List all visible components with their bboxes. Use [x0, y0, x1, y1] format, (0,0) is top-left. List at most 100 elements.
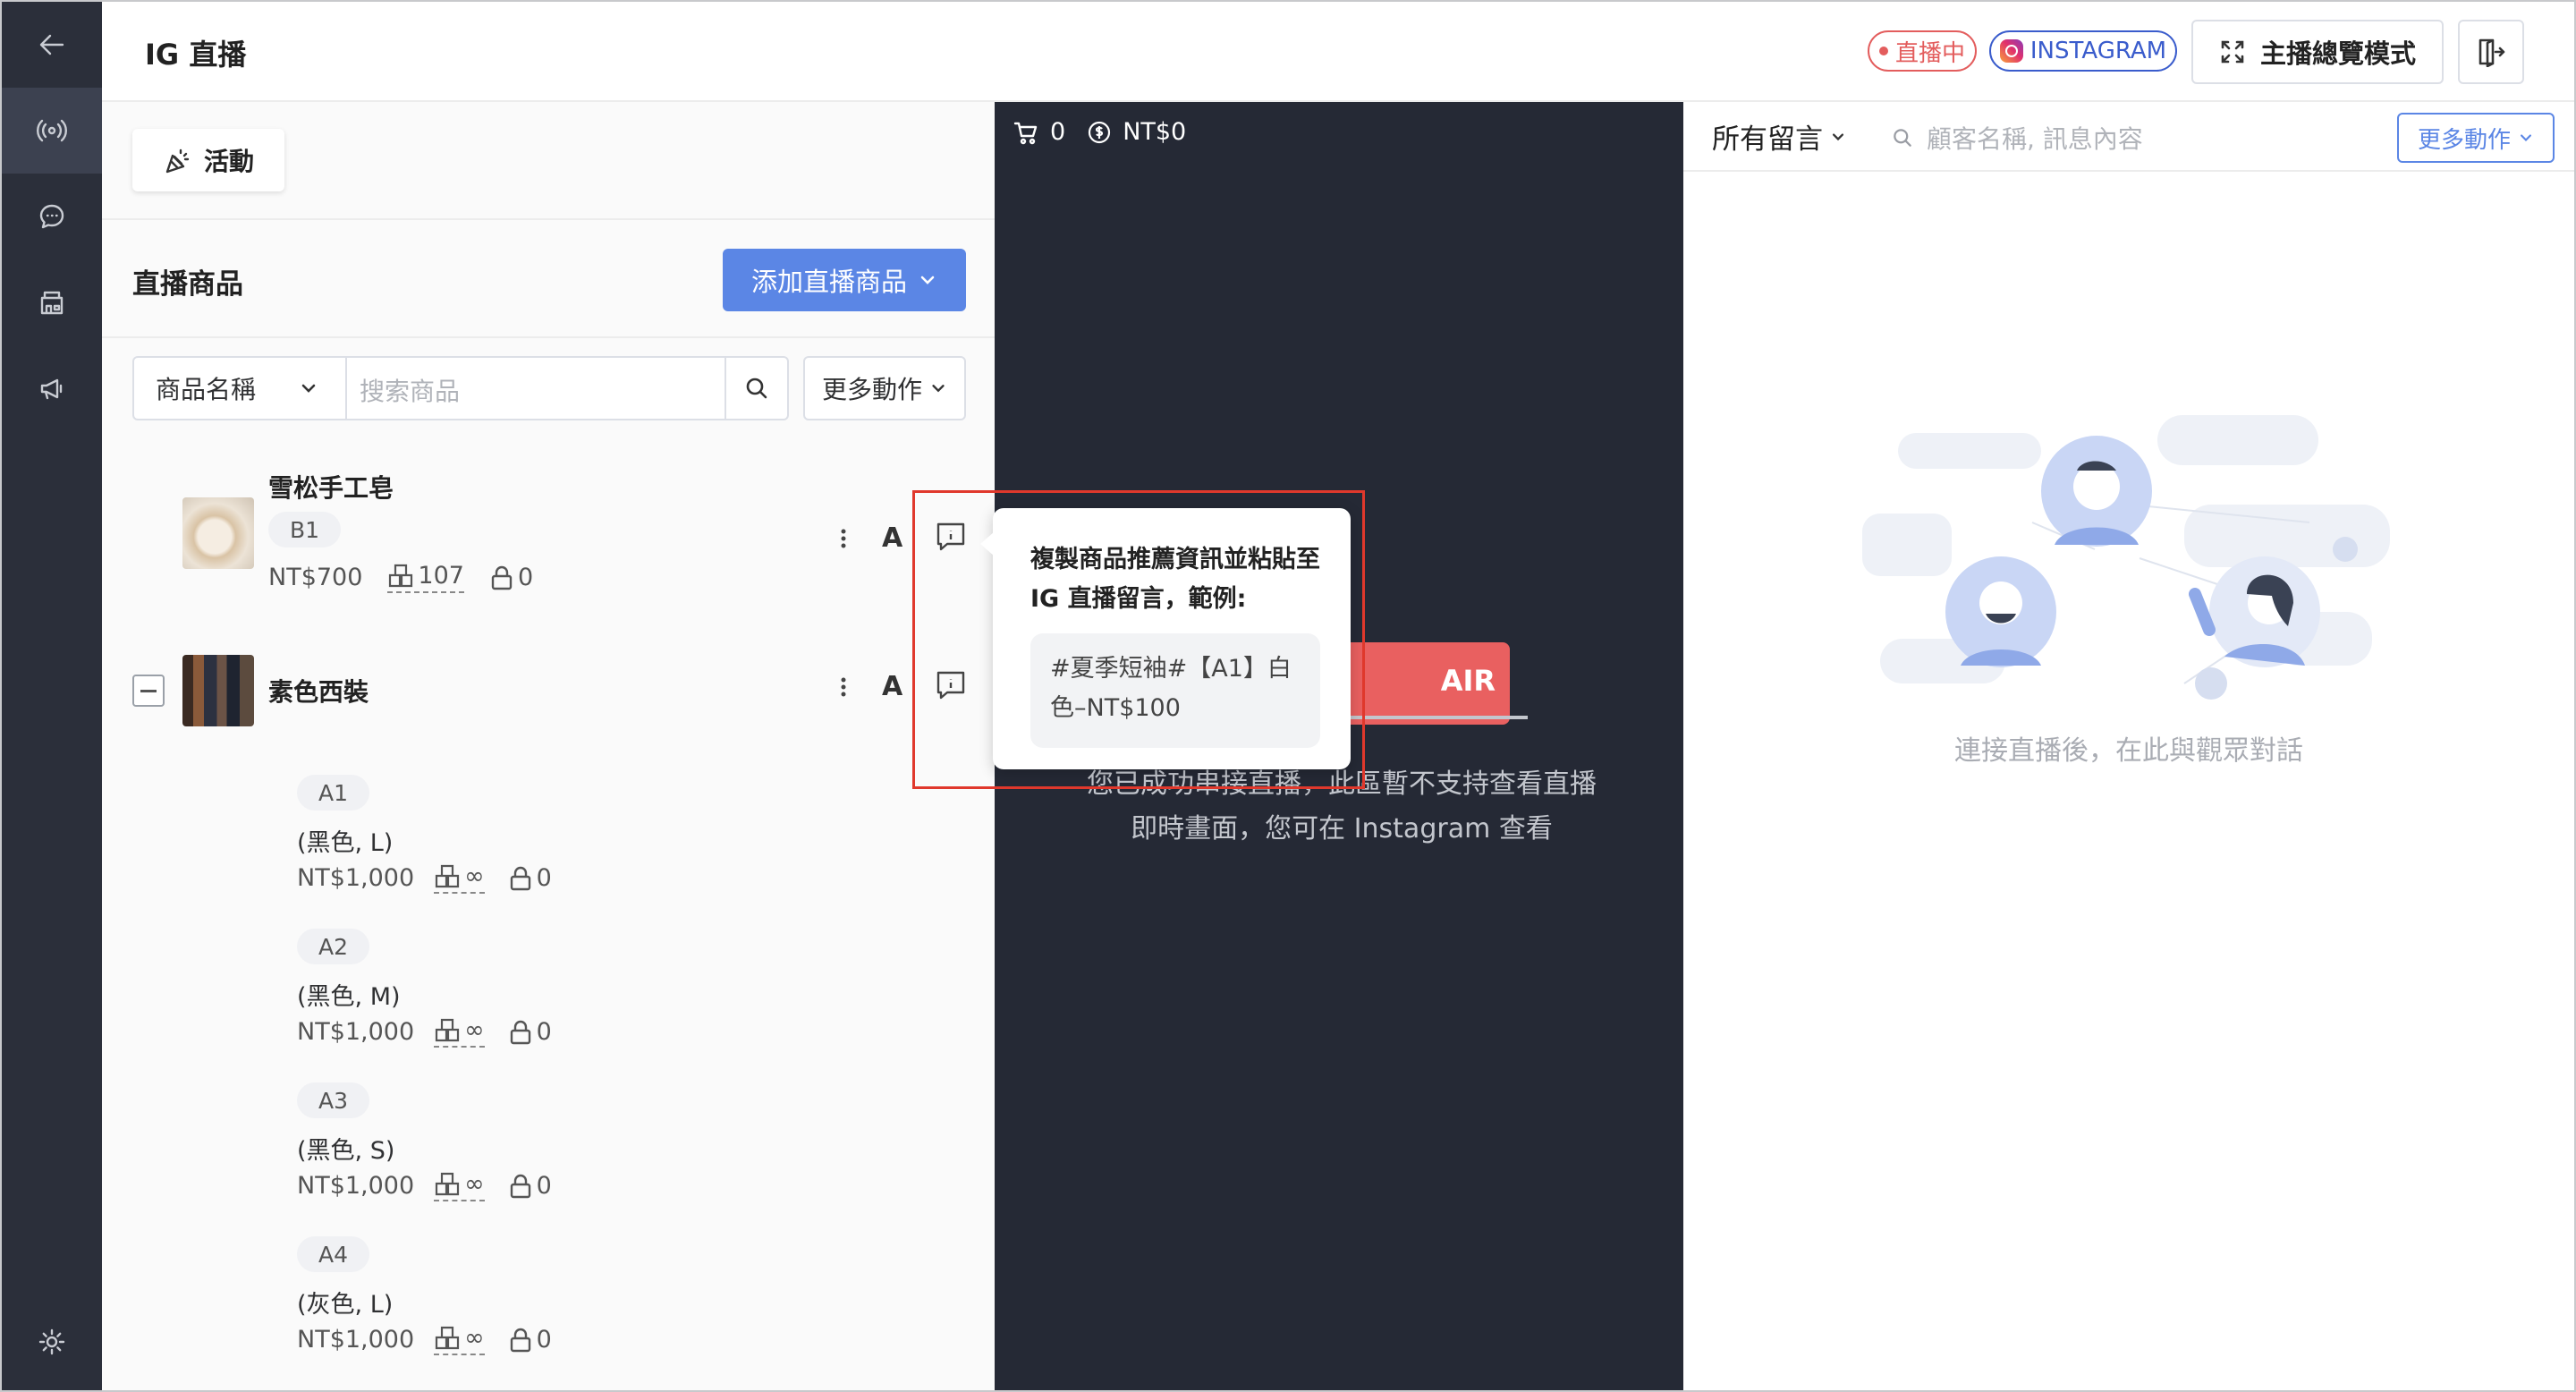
on-air-label: AIR [1440, 664, 1496, 698]
product-search-input[interactable]: 搜索商品 [360, 372, 460, 408]
exit-button[interactable] [2458, 20, 2524, 84]
empty-comments-text: 連接直播後，在此與觀眾對話 [1954, 735, 2303, 767]
more-actions-button[interactable]: 更多動作 [803, 356, 966, 420]
locked-count: 0 [508, 1172, 552, 1200]
stock-value: ∞ [464, 1324, 485, 1352]
live-preview-message: 您已成功串接直播，此區暫不支持查看直播 即時畫面，您可在 Instagram 查… [1066, 762, 1617, 852]
top-header: IG 直播 直播中 INSTAGRAM 主播總覽模式 [102, 2, 2574, 102]
stock-count: ∞ [434, 1324, 485, 1355]
nav-item-chat[interactable] [2, 174, 102, 259]
chevron-down-icon [301, 384, 316, 393]
comments-more-actions-button[interactable]: 更多動作 [2397, 113, 2555, 163]
activity-button[interactable]: 活動 [132, 129, 284, 191]
variant-price: NT$1,000 [297, 1172, 415, 1200]
comments-filter-dropdown[interactable]: 所有留言 [1712, 116, 1846, 157]
more-actions-label: 更多動作 [821, 375, 922, 404]
variant-meta: NT$1,000 ∞ 0 [297, 1016, 552, 1048]
variant-spec: (灰色, L) [297, 1291, 394, 1319]
stock-value: ∞ [464, 1016, 485, 1044]
lock-icon [491, 565, 513, 590]
variant-sku-tag: A3 [297, 1082, 370, 1118]
nav-item-live[interactable] [2, 88, 102, 174]
search-button[interactable] [724, 358, 787, 419]
comments-panel: 所有留言 顧客名稱, 訊息內容 更多動作 連接直播後，在此與觀眾對話 [1683, 102, 2574, 1390]
section-title: 直播商品 [132, 268, 243, 301]
stock-value: ∞ [464, 1170, 485, 1198]
locked-value: 0 [536, 1172, 552, 1200]
variant-meta: NT$1,000 ∞ 0 [297, 1170, 552, 1201]
product-meta: NT$700 107 0 [268, 562, 533, 593]
locked-value: 0 [536, 864, 552, 892]
search-icon [1894, 129, 1911, 147]
locked-value: 0 [536, 1018, 552, 1046]
inventory-icon [436, 1018, 460, 1041]
message-line-2: 即時畫面，您可在 Instagram 查看 [1131, 813, 1553, 845]
back-icon [39, 34, 64, 55]
product-panel: 活動 直播商品 添加直播商品 商品名稱 搜索商品 更多動作 雪松手工皂 B1 N… [102, 102, 995, 1390]
product-thumbnail [182, 497, 254, 569]
inventory-icon [436, 1326, 460, 1349]
cart-icon [1013, 122, 1038, 144]
copy-recommendation-button[interactable] [923, 660, 979, 710]
variant-sku-tag: A1 [297, 775, 370, 811]
text-format-button[interactable]: A [882, 671, 902, 702]
vertical-dots-icon [841, 529, 846, 548]
page-title: IG 直播 [145, 38, 247, 72]
host-overview-button[interactable]: 主播總覽模式 [2191, 20, 2444, 84]
comment-search-input[interactable]: 顧客名稱, 訊息內容 [1891, 120, 2143, 156]
instagram-icon [1999, 39, 2023, 63]
sku-tag: B1 [268, 512, 342, 547]
collapse-toggle[interactable] [132, 675, 165, 707]
comments-header: 所有留言 顧客名稱, 訊息內容 更多動作 [1683, 102, 2574, 172]
empty-chat-illustration [1862, 415, 2390, 700]
stock-count: ∞ [434, 862, 485, 894]
inventory-icon [436, 864, 460, 887]
locked-value: 0 [536, 1326, 552, 1354]
variant-meta: NT$1,000 ∞ 0 [297, 1324, 552, 1355]
more-options-button[interactable] [830, 517, 857, 560]
nav-item-marketing[interactable] [2, 345, 102, 431]
text-format-button[interactable]: A [882, 522, 902, 554]
lock-icon [510, 866, 530, 890]
search-field-select[interactable]: 商品名稱 [134, 358, 347, 419]
on-air-stand [1335, 716, 1528, 719]
search-field-value: 商品名稱 [156, 375, 257, 404]
variant-price: NT$1,000 [297, 1018, 415, 1046]
party-popper-icon [165, 149, 190, 174]
product-search-bar: 商品名稱 搜索商品 [132, 356, 789, 420]
copy-recommendation-button[interactable] [923, 512, 979, 562]
variant-spec: (黑色, S) [297, 1137, 395, 1165]
comment-info-icon [936, 671, 965, 700]
cart-count: 0 [1050, 118, 1066, 146]
host-overview-label: 主播總覽模式 [2259, 38, 2416, 69]
stock-count: 107 [387, 562, 464, 593]
live-stats: 0 NT$0 [1013, 118, 1186, 146]
nav-item-store[interactable] [2, 259, 102, 345]
divider [102, 336, 995, 338]
comment-search-placeholder: 顧客名稱, 訊息內容 [1927, 124, 2143, 154]
comments-more-actions-label: 更多動作 [2417, 126, 2511, 154]
megaphone-icon [40, 378, 63, 400]
lock-icon [510, 1328, 530, 1352]
live-status-badge: 直播中 [1868, 30, 1977, 72]
product-name: 素色西裝 [268, 677, 369, 707]
copy-recommendation-tooltip: 複製商品推薦資訊並粘貼至 IG 直播留言，範例: #夏季短袖#【A1】白色–NT… [980, 508, 1351, 769]
search-icon [746, 378, 767, 399]
dollar-icon [1089, 121, 1111, 143]
chevron-down-icon [932, 385, 945, 393]
fullscreen-icon [2221, 40, 2244, 64]
chat-icon [39, 204, 64, 229]
back-button[interactable] [2, 2, 102, 88]
more-options-button[interactable] [830, 666, 857, 709]
locked-count: 0 [489, 564, 533, 591]
variant-spec: (黑色, L) [297, 829, 394, 857]
add-live-product-label: 添加直播商品 [750, 267, 907, 297]
chevron-down-icon [2521, 134, 2531, 141]
comment-info-icon [936, 522, 965, 551]
vertical-dots-icon [841, 677, 846, 697]
add-live-product-button[interactable]: 添加直播商品 [723, 249, 966, 311]
chevron-down-icon [920, 276, 935, 284]
locked-count: 0 [508, 1018, 552, 1046]
stock-count: ∞ [434, 1170, 485, 1201]
nav-item-settings[interactable] [2, 1299, 102, 1385]
